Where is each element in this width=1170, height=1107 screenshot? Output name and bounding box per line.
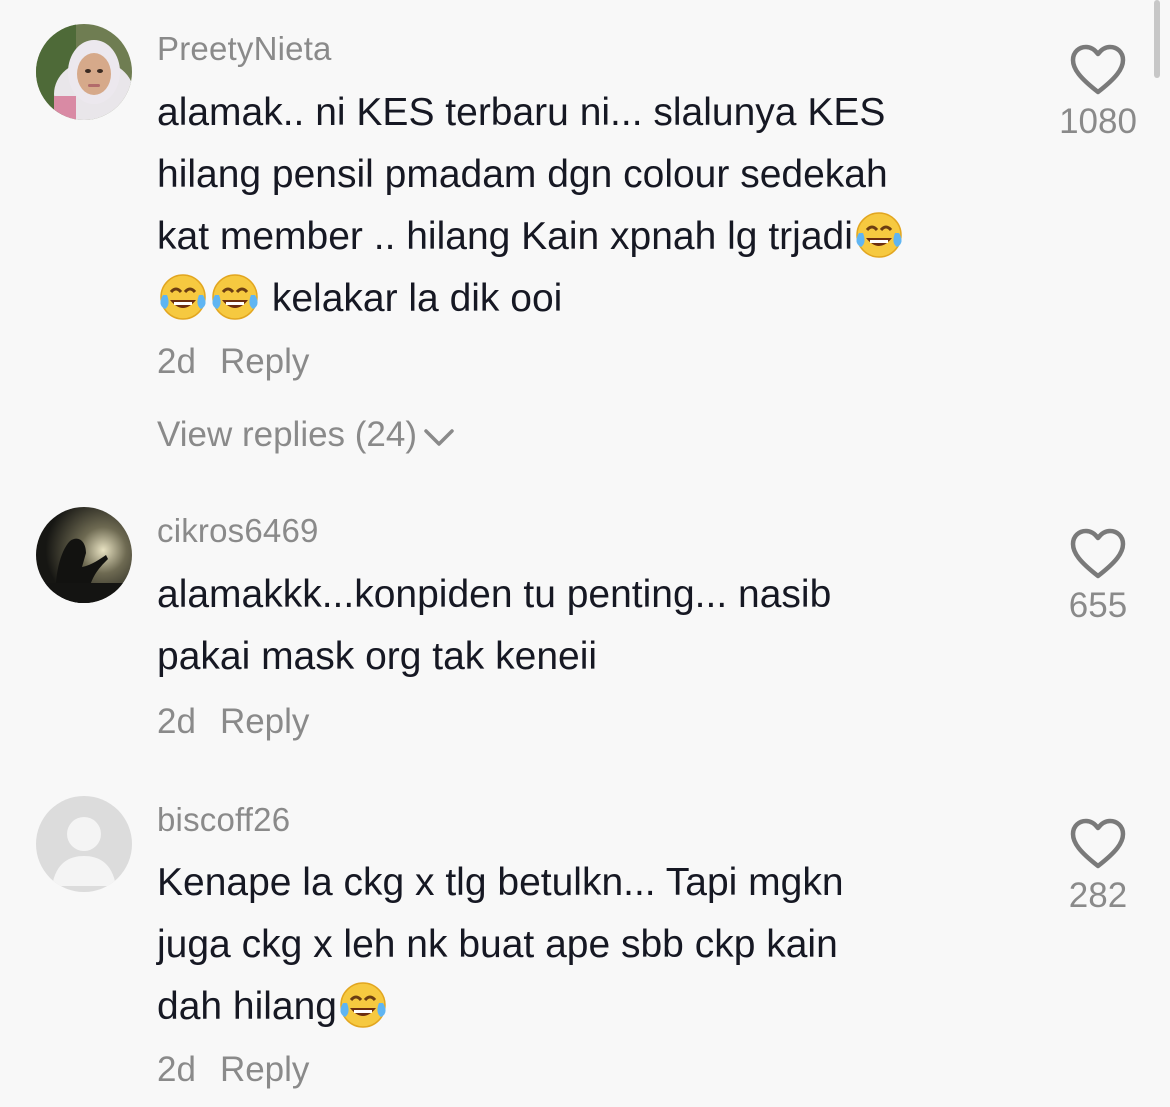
comment-text-line: pakai mask org tak keneii <box>157 635 598 678</box>
comment-username[interactable]: PreetyNieta <box>157 30 332 68</box>
comment-text-line: alamak.. ni KES terbaru ni... slalunya K… <box>157 91 886 134</box>
like-button[interactable]: 655 <box>1050 528 1146 626</box>
like-count: 282 <box>1068 876 1128 915</box>
like-count: 1080 <box>1059 102 1137 141</box>
heart-outline-icon <box>1070 528 1126 579</box>
comment-text-line: Kenape la ckg x tlg betulkn... Tapi mgkn <box>157 861 844 904</box>
avatar[interactable] <box>36 507 132 603</box>
comment-meta: 2d Reply <box>157 342 309 382</box>
like-button[interactable]: 282 <box>1050 818 1146 916</box>
comment-meta: 2d Reply <box>157 702 309 742</box>
heart-outline-icon <box>1070 818 1126 869</box>
comment-time: 2d <box>157 702 196 741</box>
chevron-down-icon <box>424 429 454 446</box>
reply-button[interactable]: Reply <box>220 1050 309 1089</box>
avatar-photo <box>36 24 132 120</box>
comment-text-line: juga ckg x leh nk buat ape sbb ckp kain <box>157 923 838 966</box>
comment-text-line: kat member .. hilang Kain xpnah lg trjad… <box>157 215 853 258</box>
like-button[interactable]: 1080 <box>1050 44 1146 142</box>
comment-time: 2d <box>157 342 196 381</box>
comment-text-line: alamakkk...konpiden tu penting... nasib <box>157 573 832 616</box>
comment-text: alamak.. ni KES terbaru ni... slalunya K… <box>157 82 1037 330</box>
face-with-tears-of-joy-emoji <box>212 274 258 320</box>
face-with-tears-of-joy-emoji <box>856 212 902 258</box>
default-avatar-icon <box>36 796 132 892</box>
comment-meta: 2d Reply <box>157 1050 309 1090</box>
comment-text: alamakkk...konpiden tu penting... nasib … <box>157 564 1037 688</box>
reply-button[interactable]: Reply <box>220 342 309 381</box>
comment-text-line: dah hilang <box>157 985 337 1028</box>
reply-button[interactable]: Reply <box>220 702 309 741</box>
comment-username[interactable]: cikros6469 <box>157 512 319 550</box>
comment-time: 2d <box>157 1050 196 1089</box>
comment-text-line: hilang pensil pmadam dgn colour sedekah <box>157 153 888 196</box>
view-replies-button[interactable]: View replies (24) <box>157 415 455 455</box>
comment-text-line: kelakar la dik ooi <box>261 277 563 320</box>
like-count: 655 <box>1068 586 1128 625</box>
heart-outline-icon <box>1070 44 1126 95</box>
view-replies-label: View replies (24) <box>157 415 418 454</box>
scrollbar[interactable] <box>1154 0 1160 78</box>
face-with-tears-of-joy-emoji <box>160 274 206 320</box>
face-with-tears-of-joy-emoji <box>340 982 386 1028</box>
avatar[interactable] <box>36 24 132 120</box>
avatar-photo <box>36 507 132 603</box>
avatar[interactable] <box>36 796 132 892</box>
comment-username[interactable]: biscoff26 <box>157 801 290 839</box>
comment-text: Kenape la ckg x tlg betulkn... Tapi mgkn… <box>157 852 1037 1038</box>
